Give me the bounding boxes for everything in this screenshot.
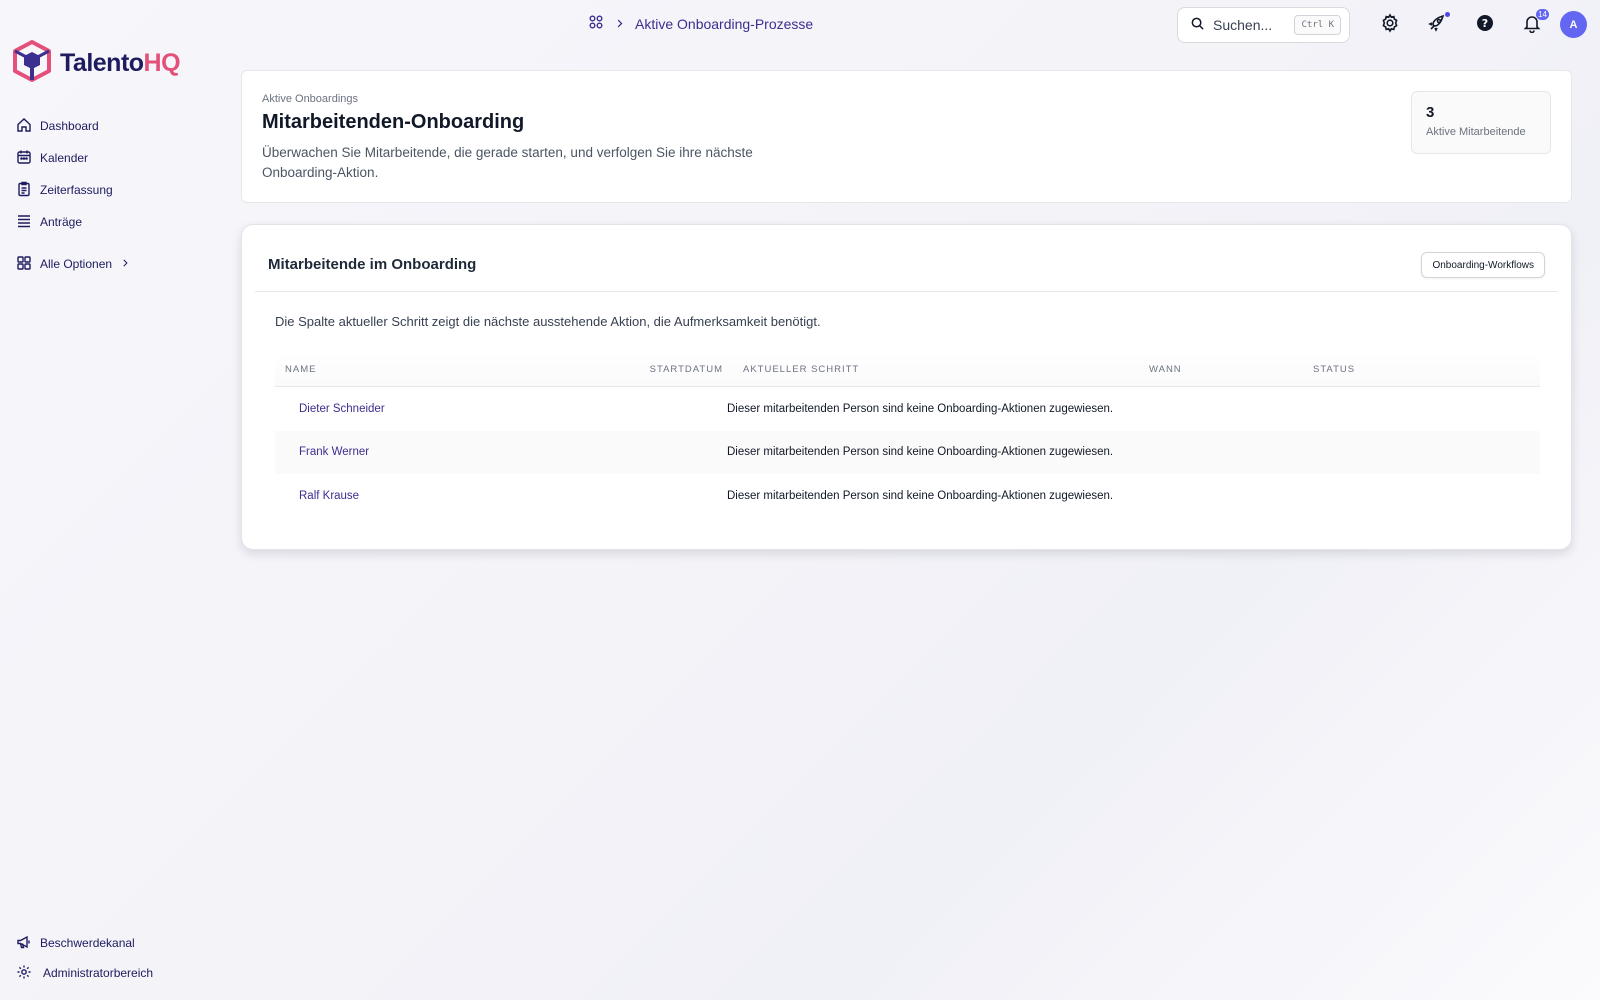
onboarding-workflows-button[interactable]: Onboarding-Workflows [1421, 252, 1545, 278]
settings-button[interactable] [1378, 12, 1402, 38]
timesheet-icon [16, 181, 32, 200]
notifications-count: 14 [1536, 9, 1549, 20]
notifications-button[interactable]: 14 [1520, 9, 1549, 37]
rocket-icon [1427, 13, 1447, 38]
stat-label: Aktive Mitarbeitende [1426, 126, 1526, 138]
sidebar-item-label: Alle Optionen [40, 257, 113, 271]
getting-started-button[interactable] [1425, 12, 1450, 38]
calendar-icon [16, 149, 32, 168]
search-icon [1190, 16, 1205, 34]
sidebar: TalentoHQ Dashboard Kalender Zeiterfassu… [0, 0, 220, 1000]
gear-icon [1380, 12, 1400, 38]
sidebar-item-antraege[interactable]: Anträge [16, 206, 206, 238]
sidebar-item-beschwerdekanal[interactable]: Beschwerdekanal [16, 928, 216, 958]
search-shortcut: Ctrl K [1294, 15, 1341, 35]
column-header-when[interactable]: WANN [1149, 364, 1313, 375]
breadcrumb: Aktive Onboarding-Prozesse [588, 14, 813, 33]
current-step-cell: Dieser mitarbeitenden Person sind keine … [727, 446, 1114, 459]
active-employees-stat: 3 Aktive Mitarbeitende [1411, 91, 1551, 154]
sidebar-bottom-nav: Beschwerdekanal Administratorbereich [16, 928, 216, 988]
table-header: NAME STARTDATUM AKTUELLER SCHRITT WANN S… [275, 353, 1540, 387]
logo-text: TalentoHQ [60, 49, 181, 77]
search-box[interactable]: Suchen... Ctrl K [1177, 7, 1350, 43]
breadcrumb-current[interactable]: Aktive Onboarding-Prozesse [635, 16, 813, 32]
column-header-start[interactable]: STARTDATUM [621, 364, 723, 375]
avatar[interactable]: A [1560, 11, 1587, 38]
list-icon [16, 213, 32, 232]
megaphone-icon [16, 934, 32, 953]
sidebar-item-label: Administratorbereich [43, 966, 154, 980]
logo-cube-icon [12, 40, 52, 87]
grid-icon [16, 255, 32, 274]
list-hint: Die Spalte aktueller Schritt zeigt die n… [275, 314, 821, 329]
logo[interactable]: TalentoHQ [12, 40, 181, 87]
employee-name-link[interactable]: Frank Werner [275, 446, 627, 458]
stat-value: 3 [1426, 104, 1435, 121]
help-icon: ? [1475, 13, 1495, 38]
employee-name-link[interactable]: Ralf Krause [275, 490, 627, 502]
sidebar-item-label: Anträge [40, 215, 83, 229]
column-header-name[interactable]: NAME [275, 364, 621, 375]
column-header-status[interactable]: STATUS [1313, 364, 1540, 375]
page-description: Überwachen Sie Mitarbeitende, die gerade… [262, 145, 753, 180]
sidebar-item-label: Kalender [40, 151, 89, 165]
current-step-cell: Dieser mitarbeitenden Person sind keine … [727, 489, 1114, 502]
chevron-right-icon [120, 257, 130, 271]
current-step-cell: Dieser mitarbeitenden Person sind keine … [727, 402, 1114, 415]
sidebar-item-dashboard[interactable]: Dashboard [16, 110, 206, 142]
sidebar-nav: Dashboard Kalender Zeiterfassung Anträge… [16, 110, 206, 280]
apps-icon[interactable] [588, 14, 604, 33]
page-eyebrow: Aktive Onboardings [262, 93, 358, 105]
employee-name-link[interactable]: Dieter Schneider [275, 403, 627, 415]
search-placeholder[interactable]: Suchen... [1213, 17, 1272, 33]
page-title: Mitarbeitenden-Onboarding [262, 111, 525, 133]
svg-text:?: ? [1482, 17, 1488, 30]
sidebar-item-alle-optionen[interactable]: Alle Optionen [16, 248, 206, 280]
sidebar-item-zeiterfassung[interactable]: Zeiterfassung [16, 174, 206, 206]
gear-icon [16, 964, 32, 983]
column-header-step[interactable]: AKTUELLER SCHRITT [723, 364, 1149, 375]
sidebar-item-label: Beschwerdekanal [40, 936, 135, 950]
help-button[interactable]: ? [1473, 13, 1497, 37]
home-icon [16, 117, 32, 136]
sidebar-item-kalender[interactable]: Kalender [16, 142, 206, 174]
table-row[interactable]: Frank Werner Dieser mitarbeitenden Perso… [275, 430, 1540, 474]
chevron-right-icon [614, 16, 625, 32]
list-title: Mitarbeitende im Onboarding [268, 256, 477, 273]
table-row[interactable]: Dieter Schneider Dieser mitarbeitenden P… [275, 387, 1540, 431]
divider [255, 291, 1558, 292]
table-row[interactable]: Ralf Krause Dieser mitarbeitenden Person… [275, 474, 1540, 518]
rocket-dot-badge [1445, 12, 1450, 17]
onboarding-table: NAME STARTDATUM AKTUELLER SCHRITT WANN S… [275, 353, 1540, 518]
sidebar-item-label: Zeiterfassung [40, 183, 113, 197]
sidebar-item-label: Dashboard [40, 119, 99, 133]
onboarding-list-card: Mitarbeitende im Onboarding Onboarding-W… [241, 224, 1572, 550]
sidebar-item-administratorbereich[interactable]: Administratorbereich [16, 958, 216, 988]
page-header-card: Aktive Onboardings Mitarbeitenden-Onboar… [241, 70, 1572, 203]
